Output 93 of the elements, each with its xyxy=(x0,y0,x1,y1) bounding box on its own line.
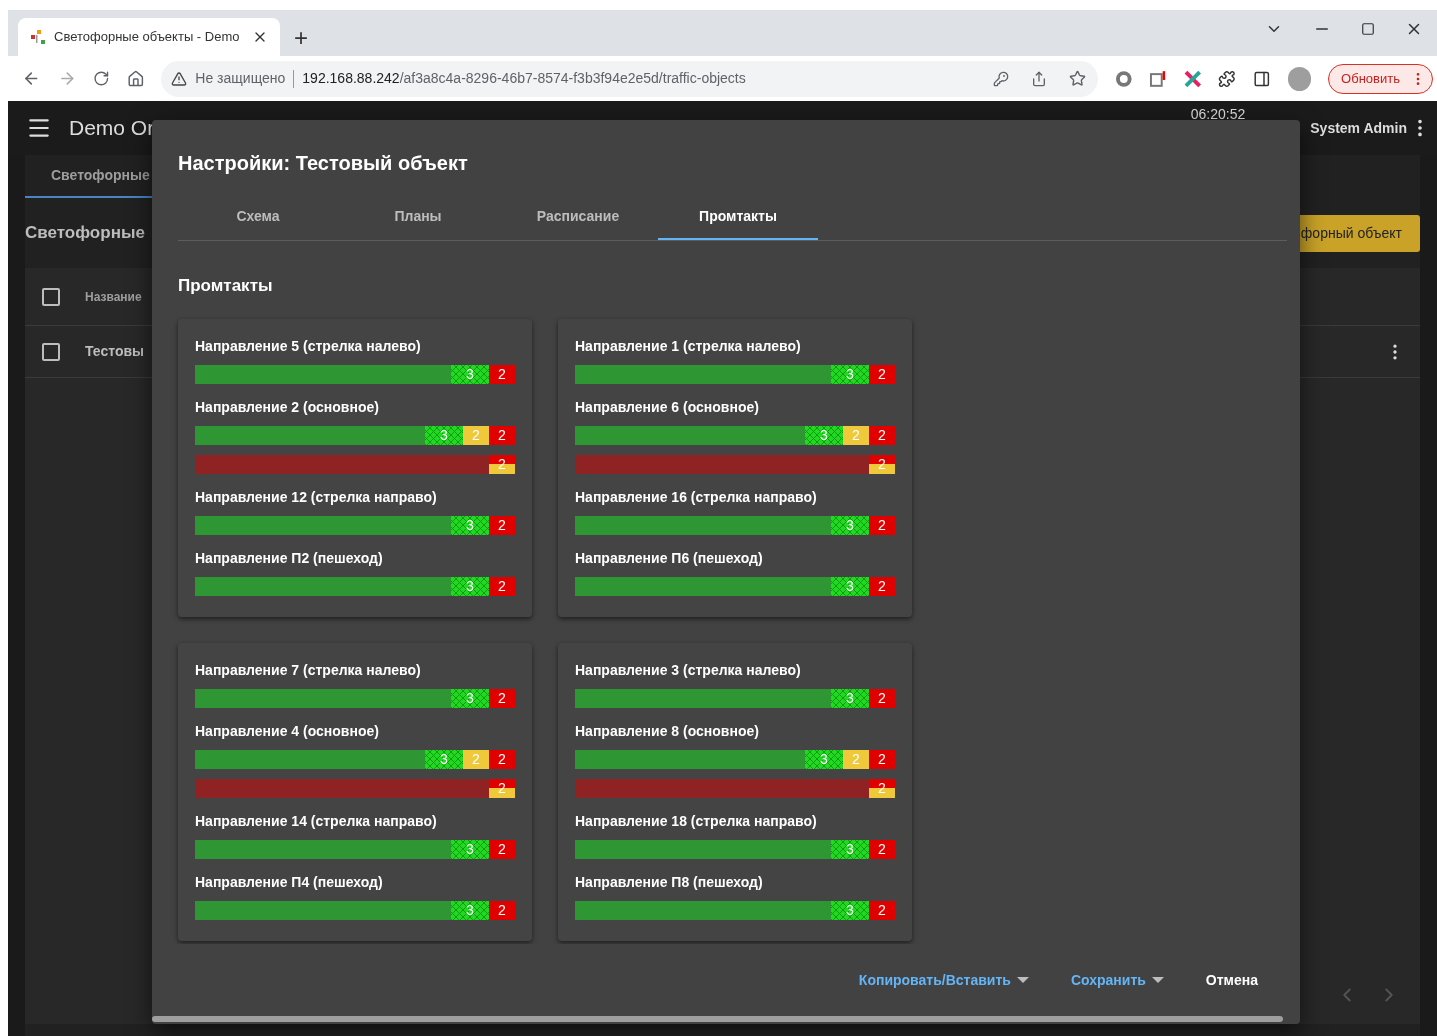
scrollbar-thumb[interactable] xyxy=(152,1016,1283,1022)
new-tab-button[interactable]: + xyxy=(294,26,308,50)
signal-phase-segment: 2 xyxy=(843,426,869,445)
dialog-tab[interactable]: Схема xyxy=(178,195,338,240)
reload-icon[interactable] xyxy=(93,70,110,87)
signal-phase-segment: 2 xyxy=(869,426,895,445)
dialog-title: Настройки: Тестовый объект xyxy=(178,151,469,176)
signal-phase-segment: 2 xyxy=(489,750,515,769)
signal-phase-segment: 3 xyxy=(805,426,843,445)
column-header[interactable]: Название xyxy=(85,287,142,306)
signal-phase-segment: 3 xyxy=(831,577,869,596)
user-name[interactable]: System Admin xyxy=(1310,117,1407,139)
signal-phase-segment: 2 xyxy=(489,426,515,445)
direction-name: Направление 3 (стрелка налево) xyxy=(575,661,802,680)
dialog-button[interactable]: Отмена xyxy=(1205,969,1258,991)
signal-phase-segment: 3 xyxy=(805,750,843,769)
bookmark-star-icon[interactable] xyxy=(1068,70,1086,87)
signal-phase-segment: 3 xyxy=(451,577,489,596)
security-status: Не защищено xyxy=(195,69,286,88)
page-heading: Светофорные xyxy=(25,222,145,245)
signal-phase-segment: 2 xyxy=(463,750,489,769)
app-logo-icon xyxy=(30,29,46,45)
signal-phase-segment: 2 xyxy=(869,901,895,920)
signal-phase-segment: 2 xyxy=(869,840,895,859)
checkbox[interactable] xyxy=(42,287,60,306)
direction-name: Направление 8 (основное) xyxy=(575,722,760,741)
signal-phase-segment: 2 xyxy=(843,750,869,769)
extension-icon[interactable] xyxy=(1183,69,1202,88)
signal-phase-segment: 3 xyxy=(451,840,489,859)
dialog-tab[interactable]: Расписание xyxy=(498,195,658,240)
share-icon[interactable] xyxy=(1030,70,1047,87)
extension-icon[interactable] xyxy=(1114,69,1133,88)
signal-phase-segment: 3 xyxy=(451,516,489,535)
signal-phase-segment: 2 xyxy=(463,426,489,445)
extensions-icon[interactable] xyxy=(1218,69,1237,88)
direction-name: Направление 12 (стрелка направо) xyxy=(195,488,438,507)
app-title: Demo Or xyxy=(69,115,155,142)
maximize-icon[interactable] xyxy=(1361,22,1375,36)
profile-avatar[interactable] xyxy=(1287,66,1312,91)
signal-phase-segment: 2 xyxy=(869,689,895,708)
extension-icon[interactable] xyxy=(1149,69,1167,88)
signal-phase-segment: 3 xyxy=(451,901,489,920)
url-text: 192.168.88.242/af3a8c4a-8296-46b7-8574-f3b3f94e2e5d/traffic-objects xyxy=(302,69,746,88)
signal-phase-segment: 3 xyxy=(451,365,489,384)
caret-icon xyxy=(1016,977,1029,983)
direction-name: Направление 6 (основное) xyxy=(575,398,760,417)
signal-phase-segment: 3 xyxy=(831,840,869,859)
signal-phase-segment: 3 xyxy=(425,750,463,769)
home-icon[interactable] xyxy=(126,69,145,88)
signal-phase-segment: 3 xyxy=(425,426,463,445)
signal-phase-segment: 3 xyxy=(451,689,489,708)
address-bar[interactable]: Не защищено 192.168.88.242/af3a8c4a-8296-46b7-8574-f3b3f94e2e5d/traffic-objects xyxy=(161,60,1098,97)
direction-name: Направление 4 (основное) xyxy=(195,722,380,741)
dialog-button[interactable]: Сохранить xyxy=(1070,969,1164,991)
signal-phase-segment: 3 xyxy=(831,901,869,920)
direction-name: Направление 14 (стрелка направо) xyxy=(195,812,438,831)
browser-tab-title: Светофорные объекты - Demo xyxy=(54,28,241,47)
signal-phase-segment: 3 xyxy=(831,365,869,384)
dialog-button[interactable]: Копировать/Вставить xyxy=(858,969,1029,991)
signal-phase-segment: 2 xyxy=(869,516,895,535)
signal-phase-segment: 2 xyxy=(489,365,515,384)
direction-name: Направление 2 (основное) xyxy=(195,398,380,417)
direction-name: Направление 5 (стрелка налево) xyxy=(195,337,422,356)
warning-icon xyxy=(171,70,188,87)
caret-icon xyxy=(1151,977,1164,983)
section-title: Промтакты xyxy=(178,275,274,297)
browser-tab[interactable]: Светофорные объекты - Demo xyxy=(18,18,280,56)
direction-name: Направление П4 (пешеход) xyxy=(195,873,384,892)
direction-name: Направление П6 (пешеход) xyxy=(575,549,764,568)
signal-phase-segment: 3 xyxy=(831,689,869,708)
dialog-tab[interactable]: Планы xyxy=(338,195,498,240)
checkbox[interactable] xyxy=(42,342,60,361)
signal-phase-segment: 2 xyxy=(869,577,895,596)
update-button[interactable]: Обновить xyxy=(1328,63,1433,94)
signal-phase-segment: 3 xyxy=(831,516,869,535)
signal-phase-segment: 2 xyxy=(489,689,515,708)
signal-phase-segment: 2 xyxy=(869,750,895,769)
table-cell-text: Тестовы xyxy=(85,342,145,361)
direction-name: Направление П8 (пешеход) xyxy=(575,873,764,892)
direction-name: Направление 16 (стрелка направо) xyxy=(575,488,818,507)
clock-time: 06:20:52 xyxy=(1190,107,1246,121)
side-panel-icon[interactable] xyxy=(1253,69,1271,88)
signal-phase-segment: 2 xyxy=(489,901,515,920)
direction-name: Направление П2 (пешеход) xyxy=(195,549,384,568)
signal-phase-segment: 2 xyxy=(869,365,895,384)
signal-phase-segment: 2 xyxy=(489,577,515,596)
signal-phase-segment: 2 xyxy=(489,516,515,535)
dialog-tab[interactable]: Промтакты xyxy=(658,195,818,240)
direction-name: Направление 7 (стрелка налево) xyxy=(195,661,422,680)
direction-name: Направление 1 (стрелка налево) xyxy=(575,337,802,356)
direction-name: Направление 18 (стрелка направо) xyxy=(575,812,818,831)
key-icon[interactable] xyxy=(992,70,1009,87)
signal-phase-segment: 2 xyxy=(489,840,515,859)
